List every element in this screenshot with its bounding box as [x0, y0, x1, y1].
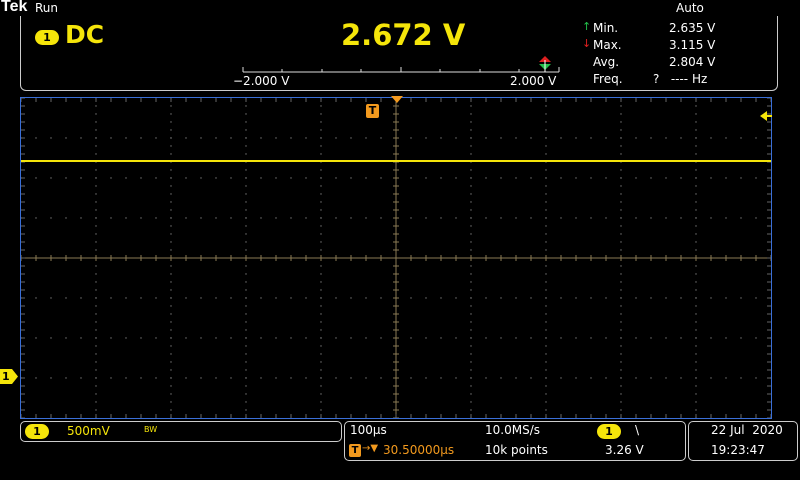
time-per-div: 100µs — [350, 423, 387, 437]
date: 22 Jul 2020 — [711, 423, 783, 437]
trigger-offset: 30.50000µs — [383, 443, 455, 457]
date-time-box: 22 Jul 2020 19:23:47 — [688, 421, 798, 461]
sample-rate: 10.0MS/s — [485, 423, 540, 437]
trigger-offset-arrow-icon: →▼ — [362, 443, 379, 454]
trigger-level: 3.26 V — [605, 443, 644, 457]
horizontal-trigger-box[interactable]: 100µs T →▼ 30.50000µs 10.0MS/s 10k point… — [344, 421, 686, 461]
brand-logo: Tek — [1, 0, 28, 15]
channel-1-ground-marker[interactable]: 1 — [0, 369, 18, 384]
bandwidth-limit-icon: BW — [144, 425, 158, 434]
range-bar — [242, 56, 560, 73]
channel-1-settings-box[interactable]: 1 500mV BW — [20, 421, 342, 442]
channel-1-ground-label: 1 — [2, 370, 10, 383]
trigger-level-arrow-icon[interactable] — [760, 110, 772, 122]
trigger-delay-icon: T — [349, 444, 361, 457]
waveform-graticule[interactable] — [20, 97, 772, 419]
acquisition-status: Run — [35, 1, 59, 15]
channel-1-badge-bottom: 1 — [25, 424, 49, 439]
volts-per-div: 500mV — [67, 424, 110, 438]
trigger-position-arrow-icon[interactable] — [391, 96, 403, 104]
scale-min-label: −2.000 V — [233, 74, 290, 88]
trigger-source-badge: 1 — [597, 424, 621, 439]
trigger-mode: Auto — [676, 1, 704, 15]
measurement-readout-panel: 1 DC 2.672 V ↑ ↓ Min. 2.635 V Max. 3.115… — [20, 16, 778, 91]
graticule-grid — [21, 98, 771, 418]
trigger-slope-icon: \ — [635, 423, 640, 437]
time: 19:23:47 — [711, 443, 765, 457]
scale-max-label: 2.000 V — [510, 74, 557, 88]
trigger-t-icon[interactable]: T — [366, 104, 379, 118]
record-length: 10k points — [485, 443, 548, 457]
